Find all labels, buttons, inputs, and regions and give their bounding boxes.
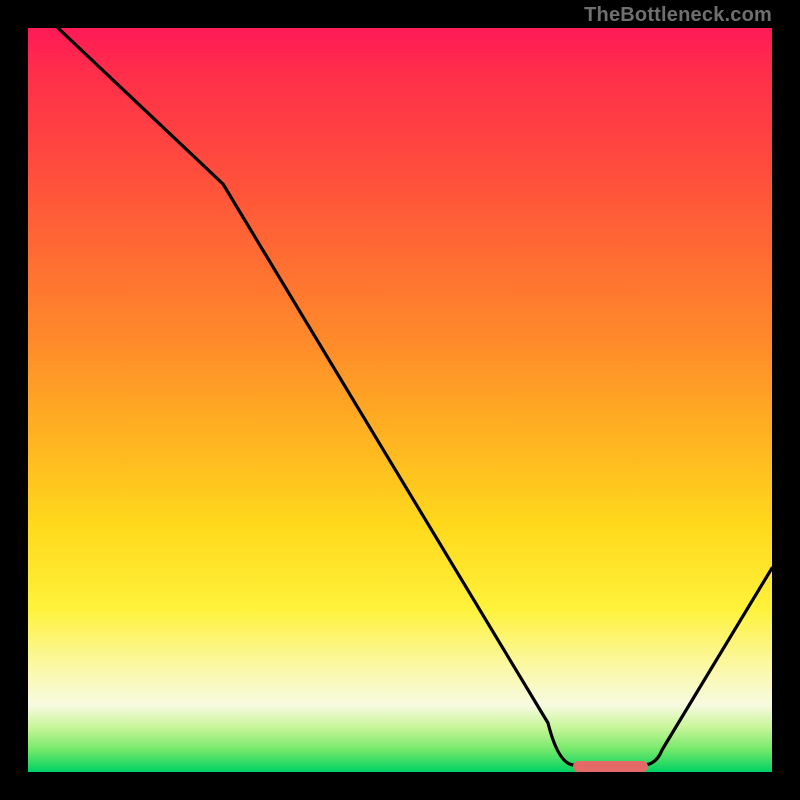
chart-frame: TheBottleneck.com [0,0,800,800]
optimum-marker [573,761,648,772]
watermark-text: TheBottleneck.com [584,4,772,27]
plot-area [28,28,772,772]
chart-svg [28,28,772,772]
bottleneck-curve [28,0,772,765]
